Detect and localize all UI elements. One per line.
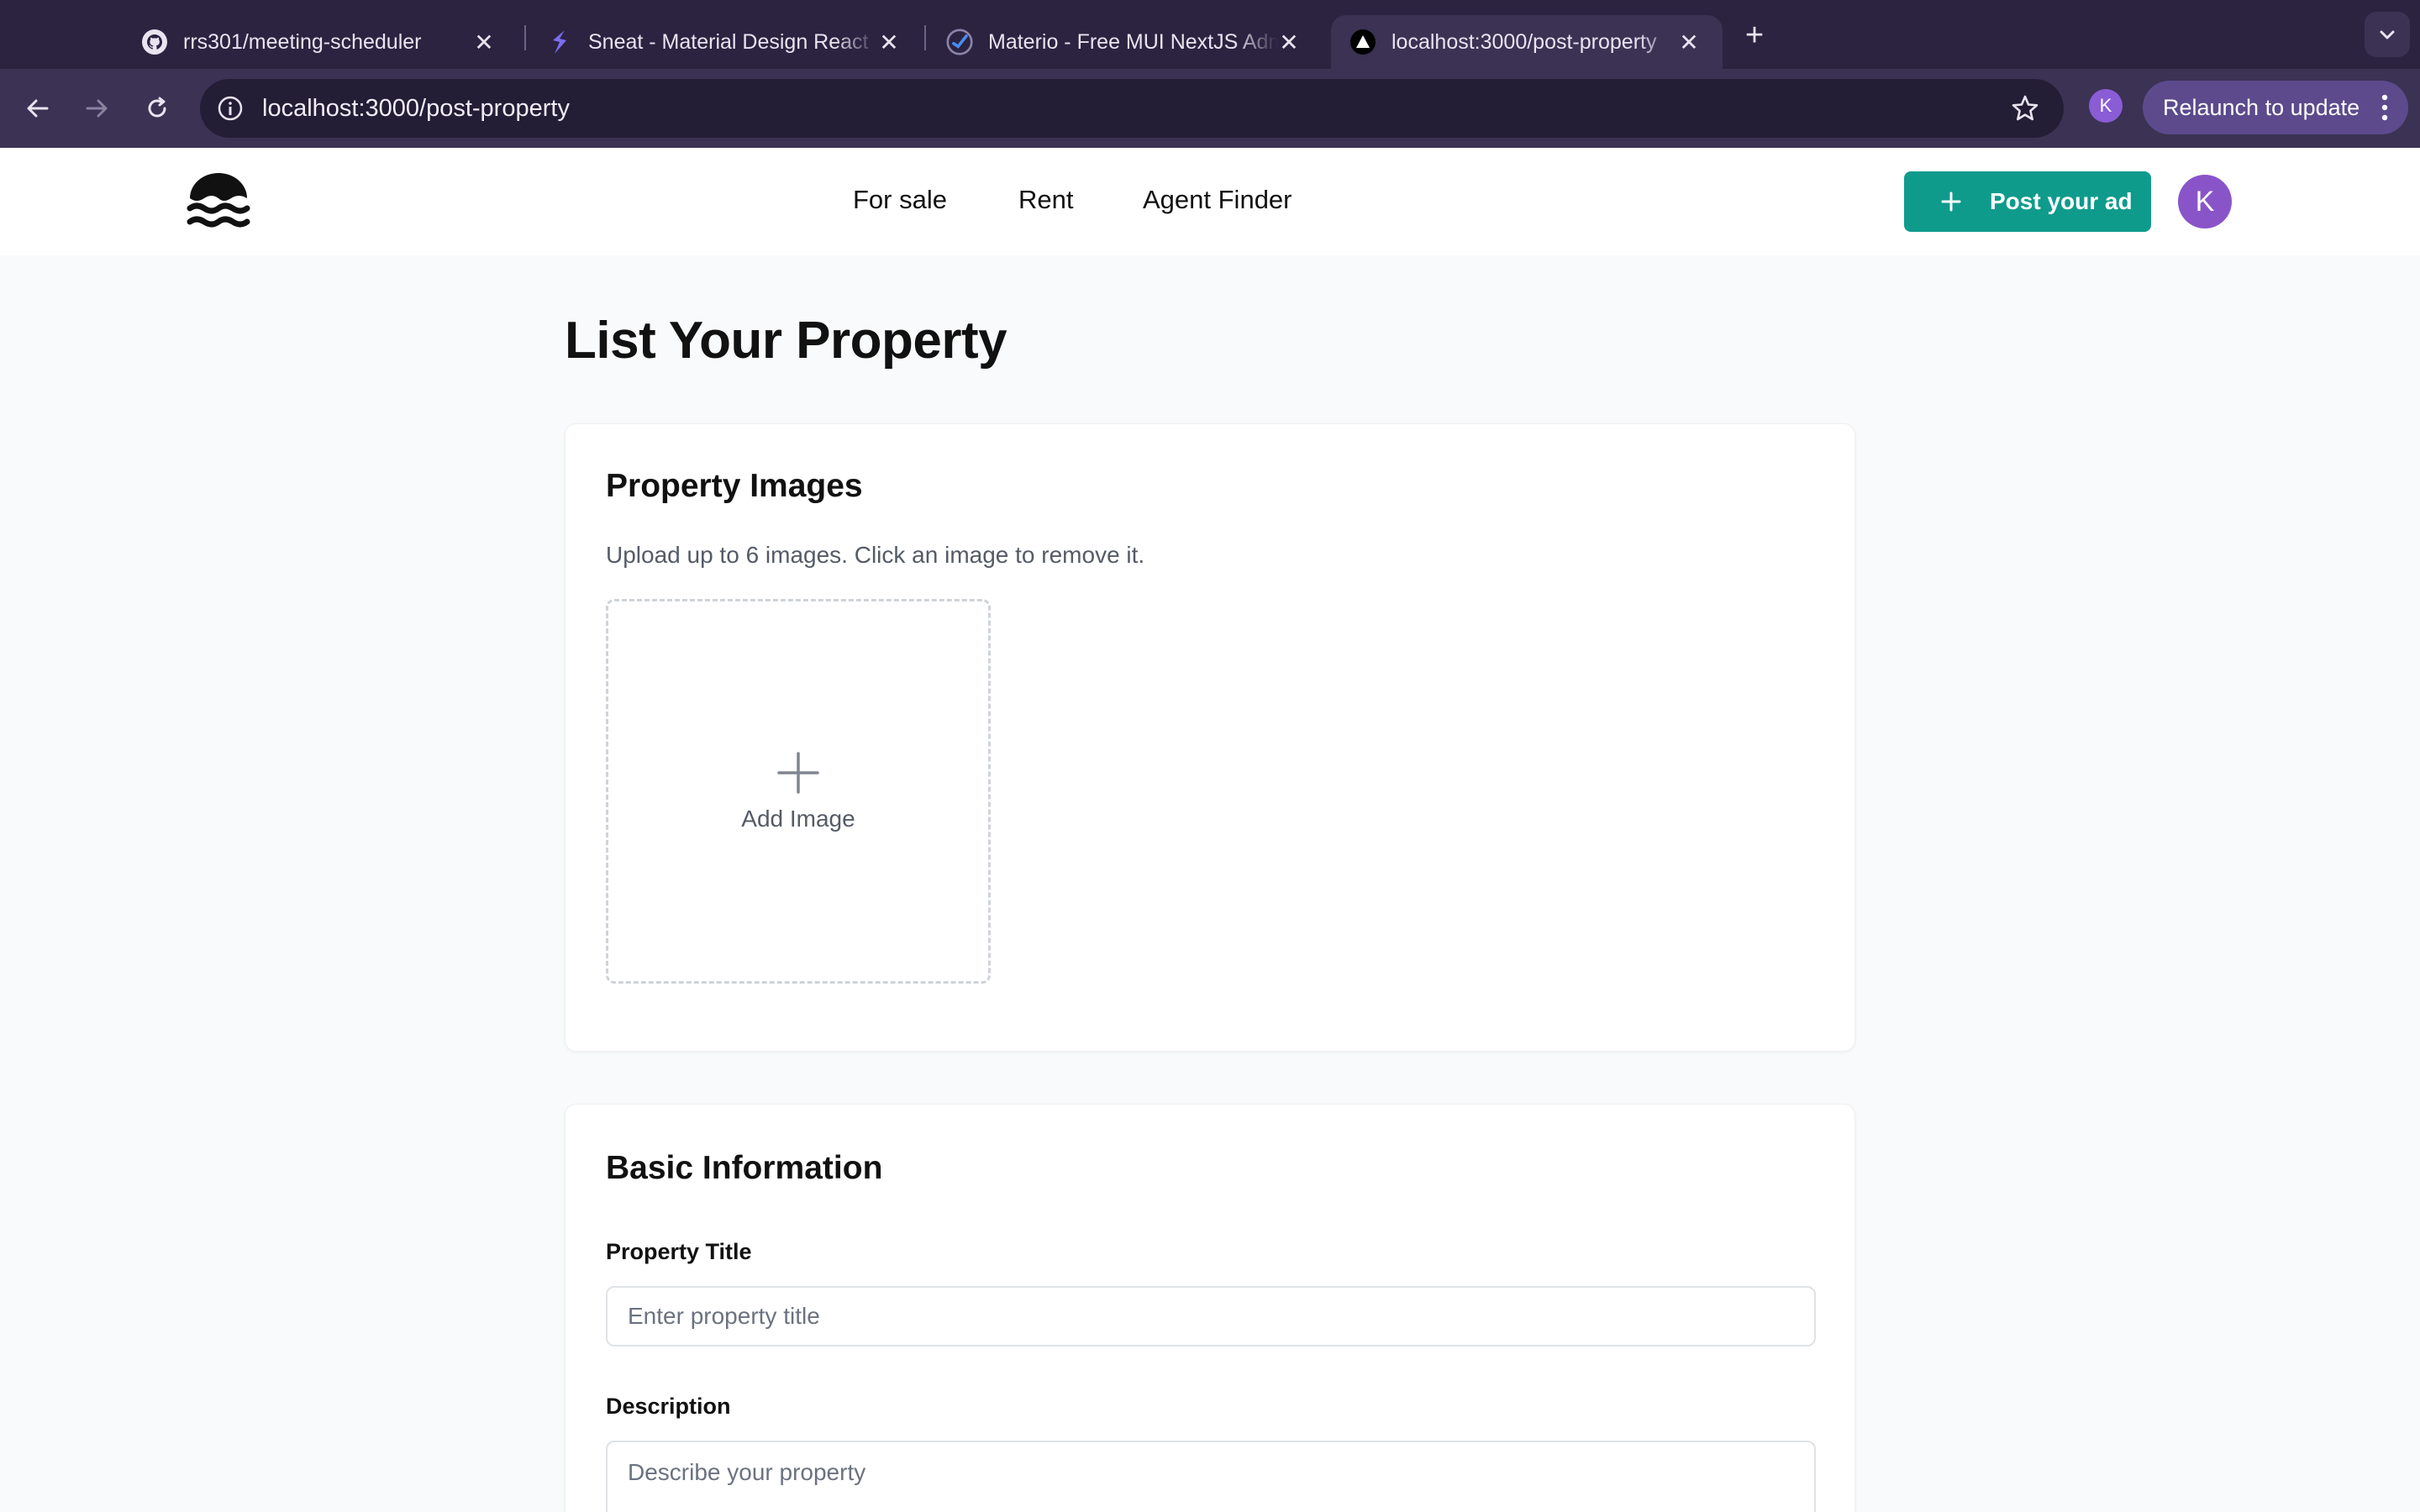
post-your-ad-button[interactable]: Post your ad bbox=[1904, 171, 2151, 232]
sneat-logo-icon bbox=[546, 29, 573, 55]
property-title-label: Property Title bbox=[606, 1239, 752, 1264]
browser-tab-active[interactable]: localhost:3000/post-property ✕ bbox=[1331, 15, 1723, 69]
section-heading: Property Images bbox=[606, 468, 863, 504]
github-icon bbox=[141, 29, 168, 55]
nav-for-sale[interactable]: For sale bbox=[853, 185, 947, 215]
add-image-dropzone[interactable]: Add Image bbox=[606, 599, 991, 984]
tab-title: Sneat - Material Design React bbox=[588, 29, 869, 54]
tab-separator bbox=[924, 25, 926, 50]
forward-arrow-icon[interactable] bbox=[76, 87, 118, 129]
description-textarea[interactable] bbox=[606, 1441, 1816, 1512]
plus-icon bbox=[776, 750, 821, 795]
browser-tab[interactable]: rrs301/meeting-scheduler ✕ bbox=[123, 15, 518, 69]
plus-icon bbox=[1938, 188, 1965, 215]
address-bar[interactable]: localhost:3000/post-property bbox=[200, 79, 2064, 138]
nav-rent[interactable]: Rent bbox=[1018, 185, 1073, 215]
url-text: localhost:3000/post-property bbox=[262, 94, 570, 122]
bookmark-star-icon[interactable] bbox=[2010, 93, 2040, 123]
close-tab-icon[interactable]: ✕ bbox=[874, 27, 904, 57]
property-title-input[interactable] bbox=[606, 1286, 1816, 1347]
relaunch-label: Relaunch to update bbox=[2163, 94, 2360, 120]
site-header: For sale Rent Agent Finder Post your ad … bbox=[0, 148, 2420, 255]
kebab-menu-icon[interactable] bbox=[2380, 92, 2390, 123]
description-label: Description bbox=[606, 1394, 731, 1419]
basic-information-card: Basic Information Property Title Descrip… bbox=[565, 1104, 1855, 1512]
post-button-label: Post your ad bbox=[1990, 188, 2133, 214]
reload-icon[interactable] bbox=[136, 87, 178, 129]
site-logo-waves-icon[interactable] bbox=[187, 173, 250, 230]
nextjs-triangle-icon bbox=[1349, 29, 1376, 55]
materio-logo-icon bbox=[946, 29, 973, 55]
browser-tab-strip: rrs301/meeting-scheduler ✕ Sneat - Mater… bbox=[0, 0, 2420, 69]
property-images-card: Property Images Upload up to 6 images. C… bbox=[565, 423, 1855, 1052]
browser-toolbar: localhost:3000/post-property bbox=[0, 69, 2420, 148]
new-tab-icon[interactable]: + bbox=[1736, 17, 1773, 54]
section-heading: Basic Information bbox=[606, 1150, 883, 1186]
close-tab-icon[interactable]: ✕ bbox=[469, 27, 499, 57]
user-avatar[interactable]: K bbox=[2178, 175, 2232, 228]
nav-agent-finder[interactable]: Agent Finder bbox=[1143, 185, 1292, 215]
relaunch-button[interactable]: Relaunch to update bbox=[2143, 81, 2408, 134]
add-image-label: Add Image bbox=[741, 806, 855, 832]
back-arrow-icon[interactable] bbox=[17, 87, 59, 129]
images-help-text: Upload up to 6 images. Click an image to… bbox=[606, 542, 1145, 568]
browser-tab[interactable]: Materio - Free MUI NextJS Admin ✕ bbox=[928, 15, 1323, 69]
browser-profile-avatar[interactable]: K bbox=[2089, 89, 2123, 123]
page-title: List Your Property bbox=[565, 312, 1007, 370]
tab-search-chevron-icon[interactable] bbox=[2365, 12, 2410, 57]
tab-title: localhost:3000/post-property bbox=[1392, 29, 1657, 54]
close-tab-icon[interactable]: ✕ bbox=[1674, 27, 1704, 57]
site-info-icon[interactable] bbox=[215, 93, 245, 123]
tab-separator bbox=[524, 25, 526, 50]
tab-title: rrs301/meeting-scheduler bbox=[183, 29, 422, 54]
tab-title: Materio - Free MUI NextJS Admin bbox=[988, 29, 1278, 54]
close-tab-icon[interactable]: ✕ bbox=[1274, 27, 1304, 57]
browser-tab[interactable]: Sneat - Material Design React ✕ bbox=[528, 15, 923, 69]
